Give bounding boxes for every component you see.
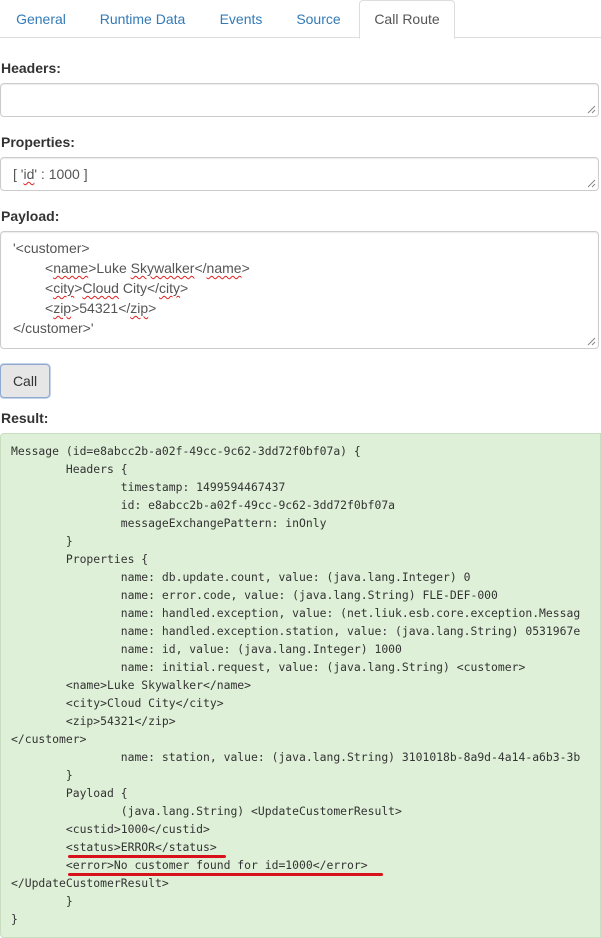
- result-code-line: }: [11, 894, 73, 908]
- tab-general[interactable]: General: [0, 0, 82, 38]
- payload-textarea[interactable]: '<customer> <name>Luke Skywalker</name> …: [0, 231, 599, 349]
- payload-line: '<customer>: [13, 240, 90, 256]
- status-highlight-underline: [68, 855, 226, 858]
- properties-label: Properties:: [1, 134, 75, 150]
- payload-line: <name>Luke Skywalker</name>: [45, 260, 250, 276]
- result-code-line: name: handled.exception, value: (net.liu…: [11, 606, 581, 620]
- result-code-line: Properties {: [11, 552, 149, 566]
- result-code-line: timestamp: 1499594467437: [11, 480, 286, 494]
- result-code-line: name: station, value: (java.lang.String)…: [11, 750, 581, 764]
- properties-value: [ 'id' : 1000 ]: [13, 166, 88, 182]
- result-code-line: }: [11, 912, 18, 926]
- tab-events[interactable]: Events: [205, 0, 277, 38]
- result-code-line: name: handled.exception.station, value: …: [11, 624, 581, 638]
- result-code-line: Payload {: [11, 786, 128, 800]
- payload-label: Payload:: [1, 208, 60, 224]
- payload-line: <city>Cloud City</city>: [45, 280, 189, 296]
- result-code-line: <zip>54321</zip>: [11, 714, 176, 728]
- result-code-line: <city>Cloud City</city>: [11, 696, 224, 710]
- result-code-line: messageExchangePattern: inOnly: [11, 516, 327, 530]
- result-code-line: name: initial.request, value: (java.lang…: [11, 660, 526, 674]
- call-button[interactable]: Call: [0, 364, 50, 398]
- result-code-line: <status>ERROR</status>: [11, 840, 217, 854]
- tab-runtime-data[interactable]: Runtime Data: [86, 0, 199, 38]
- result-code-line: </customer>: [11, 732, 87, 746]
- result-code-line: id: e8abcc2b-a02f-49cc-9c62-3dd72f0bf07a: [11, 498, 396, 512]
- result-code-line: name: error.code, value: (java.lang.Stri…: [11, 588, 498, 602]
- payload-line: </customer>': [13, 320, 94, 336]
- tab-source[interactable]: Source: [283, 0, 354, 38]
- result-code-line: Message (id=e8abcc2b-a02f-49cc-9c62-3dd7…: [11, 444, 361, 458]
- result-panel: } } </UpdateCustomerResult> <error>No cus…: [0, 433, 601, 938]
- result-code-line: <name>Luke Skywalker</name>: [11, 678, 252, 692]
- result-code-line: </UpdateCustomerResult>: [11, 876, 169, 890]
- result-code-line: <custid>1000</custid>: [11, 822, 210, 836]
- result-code-line: name: db.update.count, value: (java.lang…: [11, 570, 471, 584]
- properties-textarea[interactable]: [ 'id' : 1000 ]: [0, 157, 599, 191]
- result-code-line: name: id, value: (java.lang.Integer) 100…: [11, 642, 402, 656]
- result-label: Result:: [1, 410, 49, 426]
- tab-bar: General Runtime Data Events Source Call …: [0, 0, 601, 39]
- result-code-line: (java.lang.String) <UpdateCustomerResult…: [11, 804, 402, 818]
- resize-grip-icon[interactable]: [587, 179, 596, 188]
- result-code-line: }: [11, 768, 73, 782]
- headers-label: Headers:: [1, 60, 61, 76]
- resize-grip-icon[interactable]: [587, 105, 596, 114]
- result-code-line: }: [11, 534, 73, 548]
- result-code-line: <error>No customer found for id=1000</er…: [11, 858, 368, 872]
- tab-call-route[interactable]: Call Route: [359, 0, 455, 39]
- headers-textarea[interactable]: [0, 83, 599, 117]
- payload-line: <zip>54321</zip>: [45, 300, 157, 316]
- result-code-line: Headers {: [11, 462, 128, 476]
- resize-grip-icon[interactable]: [587, 337, 596, 346]
- error-highlight-underline: [68, 873, 383, 876]
